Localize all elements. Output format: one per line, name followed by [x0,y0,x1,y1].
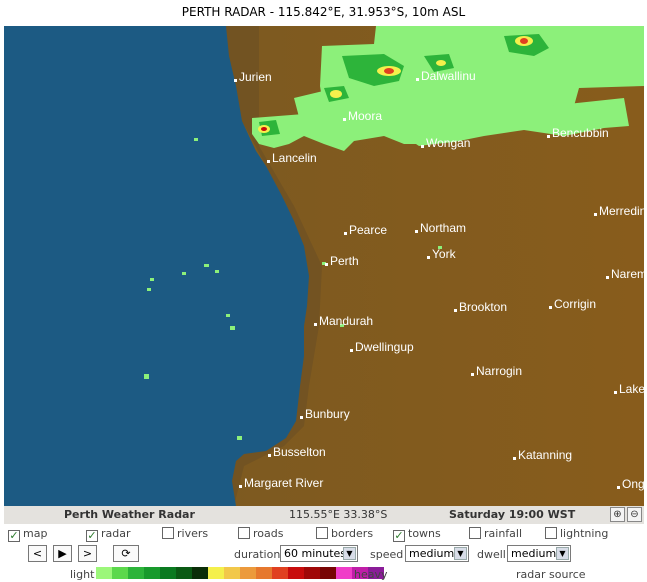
speed-value: medium [409,547,455,560]
layer-label: towns [408,527,441,540]
layer-toggle-map[interactable]: ✓ map [8,526,47,542]
checkbox[interactable] [238,527,250,539]
checkbox[interactable] [545,527,557,539]
town-label: Bunbury [300,407,350,421]
legend-swatch [112,567,128,579]
legend-swatch [272,567,288,579]
layer-toggle-roads[interactable]: roads [238,526,283,542]
checkbox[interactable] [469,527,481,539]
duration-select[interactable]: 60 minutes ▼ [280,545,358,562]
chevron-down-icon: ▼ [454,547,467,560]
radar-timestamp: Saturday 19:00 WST [449,508,576,521]
layer-toggle-borders[interactable]: borders [316,526,373,542]
town-label: Perth [325,254,359,268]
town-label: Narrogin [471,364,522,378]
layer-toggle-rivers[interactable]: rivers [162,526,208,542]
legend-swatch [192,567,208,579]
legend-light-label: light [70,568,95,581]
town-label: Lancelin [267,151,317,165]
layer-toggle-lightning[interactable]: lightning [545,526,608,542]
legend-swatch [224,567,240,579]
layer-toggle-towns[interactable]: ✓ towns [393,526,441,542]
town-label: Moora [343,109,382,123]
layer-label: radar [101,527,131,540]
legend-swatch [160,567,176,579]
town-label: Wongan [421,136,470,150]
town-label: Lake [614,382,644,396]
radar-map[interactable]: Jurien Dalwallinu Moora Bencubbin Wongan… [4,26,644,506]
speed-select[interactable]: medium ▼ [405,545,469,562]
controls-panel: ✓ map ✓ radar rivers roads borders ✓ towns … [4,524,644,582]
legend-swatch [208,567,224,579]
legend-swatch [128,567,144,579]
legend-heavy-label: heavy [354,568,388,581]
town-label: Dalwallinu [416,69,476,83]
layer-label: rivers [177,527,209,540]
layer-toggle-radar[interactable]: ✓ radar [86,526,131,542]
legend-swatch [304,567,320,579]
play-icon[interactable]: ▶ [53,545,72,562]
town-label: Dwellingup [350,340,414,354]
zoom-in-icon[interactable]: ⊕ [610,507,625,522]
layer-label: lightning [560,527,609,540]
refresh-icon[interactable]: ⟳ [113,545,139,562]
checkbox[interactable]: ✓ [86,530,98,542]
town-label: Corrigin [549,297,596,311]
dwell-select[interactable]: medium ▼ [507,545,571,562]
radar-title: PERTH RADAR - 115.842°E, 31.953°S, 10m A… [0,0,647,26]
town-label: Bencubbin [547,126,609,140]
speed-label: speed [370,548,404,561]
legend-swatch [256,567,272,579]
legend-swatch [288,567,304,579]
checkbox[interactable]: ✓ [393,530,405,542]
layer-label: map [23,527,48,540]
town-label: Margaret River [239,476,323,490]
town-label: Brookton [454,300,507,314]
town-label: Mandurah [314,314,373,328]
layer-label: borders [331,527,374,540]
town-label: Jurien [234,70,272,84]
layer-label: rainfall [484,527,523,540]
town-label: Narem [606,267,644,281]
map-canvas [4,26,644,506]
checkbox[interactable]: ✓ [8,530,20,542]
town-label: York [427,247,456,261]
legend-swatch [144,567,160,579]
legend-swatch [96,567,112,579]
chevron-down-icon: ▼ [343,547,356,560]
town-label: Pearce [344,223,387,237]
zoom-out-icon[interactable]: ⊖ [627,507,642,522]
town-label: Busselton [268,445,326,459]
chevron-right-icon[interactable]: > [78,545,97,562]
town-label: Northam [415,221,466,235]
checkbox[interactable] [162,527,174,539]
dwell-value: medium [511,547,557,560]
chevron-left-icon[interactable]: < [28,545,47,562]
legend-swatch [336,567,352,579]
legend-swatch [176,567,192,579]
duration-value: 60 minutes [284,547,347,560]
duration-label: duration [234,548,281,561]
layer-label: roads [253,527,284,540]
town-label: Katanning [513,448,572,462]
status-bar: Perth Weather Radar 115.55°E 33.38°S Sat… [4,506,644,524]
intensity-legend [96,567,384,579]
dwell-label: dwell [477,548,506,561]
checkbox[interactable] [316,527,328,539]
chevron-down-icon: ▼ [556,547,569,560]
legend-swatch [240,567,256,579]
town-label: Ong [617,477,644,491]
layer-toggle-rainfall[interactable]: rainfall [469,526,522,542]
cursor-coordinates: 115.55°E 33.38°S [289,508,388,521]
radar-source-link[interactable]: radar source [516,568,586,581]
legend-swatch [320,567,336,579]
status-title: Perth Weather Radar [64,508,195,521]
town-label: Merredin [594,204,644,218]
